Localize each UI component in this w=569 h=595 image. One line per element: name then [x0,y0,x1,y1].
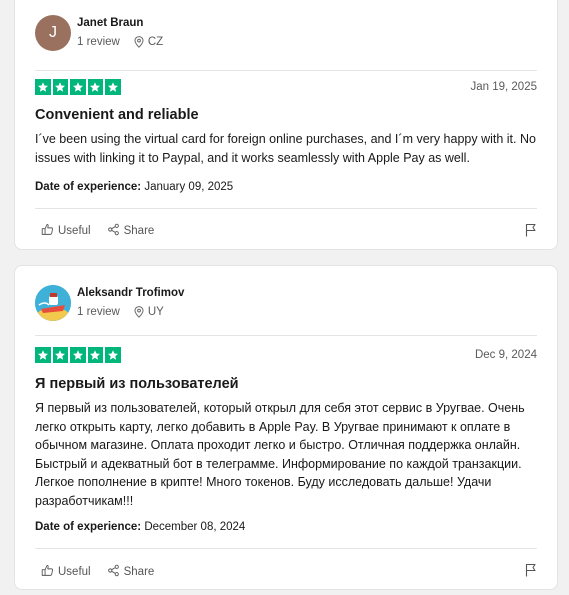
share-button[interactable]: Share [107,223,155,239]
useful-label: Useful [58,225,91,237]
experience-label: Date of experience: [35,181,142,193]
star-icon [70,347,86,363]
review-body: I´ve been using the virtual card for for… [35,132,536,165]
star-rating [35,347,121,363]
avatar[interactable] [35,285,71,321]
divider [35,208,537,209]
divider [35,70,537,71]
review-actions: Useful Share [41,223,154,239]
star-icon [52,347,68,363]
location-pin-icon [134,36,144,48]
review-card: J Janet Braun 1 review CZ Jan 19, 2025 C… [14,0,558,250]
divider [35,335,537,336]
star-icon [35,347,51,363]
star-icon [105,79,121,95]
star-rating [35,79,121,95]
location-pin-icon [134,306,144,318]
share-icon [107,223,120,239]
review-body: Я первый из пользователей, который откры… [35,401,525,508]
reviewer-meta: 1 review UY [77,306,164,318]
reviewer-name[interactable]: Janet Braun [77,17,143,29]
star-icon [105,347,121,363]
useful-label: Useful [58,566,91,578]
useful-button[interactable]: Useful [41,564,91,580]
reviewer-meta: 1 review CZ [77,36,163,48]
thumbs-up-icon [41,223,54,239]
reviewer-name[interactable]: Aleksandr Trofimov [77,287,184,299]
share-button[interactable]: Share [107,564,155,580]
star-icon [52,79,68,95]
star-icon [35,79,51,95]
useful-button[interactable]: Useful [41,223,91,239]
date-of-experience: Date of experience: December 08, 2024 [35,521,245,533]
reviewer-country: UY [147,306,164,318]
reviewer-country: CZ [147,36,164,48]
review-count: 1 review [77,36,120,48]
experience-date: January 09, 2025 [144,181,234,193]
share-icon [107,564,120,580]
review-date: Jan 19, 2025 [470,81,537,93]
thumbs-up-icon [41,564,54,580]
star-icon [87,79,103,95]
date-of-experience: Date of experience: January 09, 2025 [35,181,233,193]
review-actions: Useful Share [41,564,154,580]
review-date: Dec 9, 2024 [474,349,537,361]
divider [35,548,537,549]
avatar[interactable]: J [35,15,71,51]
review-title[interactable]: Convenient and reliable [35,107,199,123]
flag-icon[interactable] [525,223,537,242]
share-label: Share [123,225,155,237]
review-card: Aleksandr Trofimov 1 review UY Dec 9, 20… [14,265,558,590]
star-icon [70,79,86,95]
review-count: 1 review [77,306,120,318]
flag-icon[interactable] [525,563,537,582]
review-title[interactable]: Я первый из пользователей [35,376,239,392]
experience-date: December 08, 2024 [144,521,246,533]
share-label: Share [123,566,155,578]
star-icon [87,347,103,363]
experience-label: Date of experience: [35,521,142,533]
